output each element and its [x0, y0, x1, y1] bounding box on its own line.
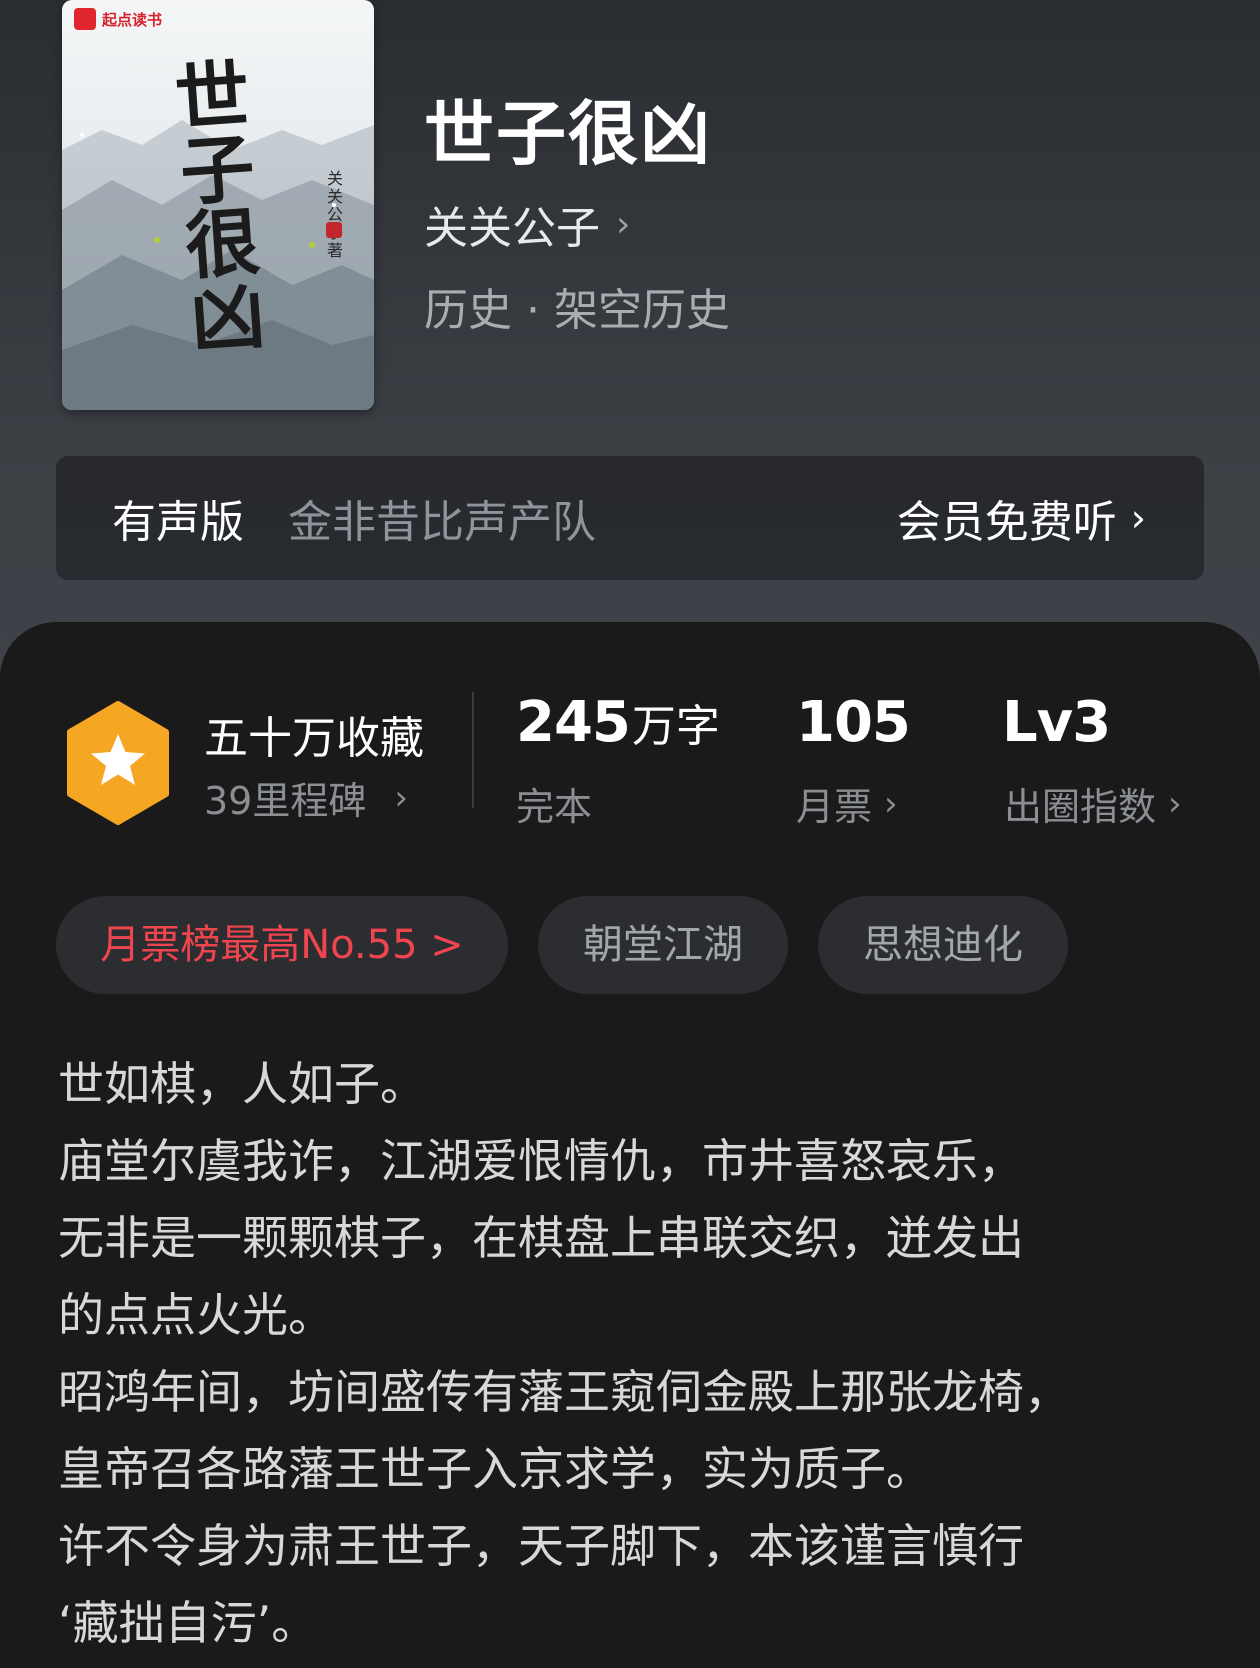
cover-brand: 起点读书	[74, 8, 162, 30]
word-count-stat: 245万字	[516, 690, 720, 755]
completion-status: 完本	[516, 785, 593, 829]
popularity-level-value: Lv3	[1002, 690, 1111, 755]
audio-label: 有声版	[112, 497, 244, 548]
book-category: 历史 · 架空历史	[424, 285, 730, 336]
synopsis-line: 庙堂尔虞我诈，江湖爱恨情仇，市井喜怒哀乐，	[58, 1134, 1024, 1188]
audio-team: 金非昔比声产队	[288, 497, 596, 548]
book-detail-screen: 起点读书 世 子 很 凶 关关公子著 世子很凶 关关公子 › 历史 · 架空历史…	[0, 0, 1260, 1668]
chevron-right-icon: ›	[616, 203, 631, 245]
author-link[interactable]: 关关公子 ›	[424, 192, 630, 256]
book-title: 世子很凶	[424, 92, 712, 175]
tag-monthly-rank[interactable]: 月票榜最高No.55 >	[56, 896, 508, 994]
synopsis-line: 皇帝召各路藩王世子入京求学，实为质子。	[58, 1442, 932, 1496]
qidian-logo-icon	[74, 8, 96, 30]
book-synopsis[interactable]: 世如棋，人如子。 庙堂尔虞我诈，江湖爱恨情仇，市井喜怒哀乐， 无非是一颗颗棋子，…	[58, 1046, 1228, 1662]
tag-court-jianghu[interactable]: 朝堂江湖	[538, 896, 788, 994]
tag-thought-mystification[interactable]: 思想迪化	[818, 896, 1068, 994]
cover-seal-icon	[326, 222, 342, 238]
milestone-badge-icon[interactable]	[62, 700, 174, 826]
synopsis-line: 昭鸿年间，坊间盛传有藩王窥伺金殿上那张龙椅，	[58, 1365, 1070, 1419]
synopsis-line: 的点点火光。	[58, 1288, 334, 1342]
audio-version-bar[interactable]: 有声版 金非昔比声产队 会员免费听 ›	[56, 456, 1204, 580]
milestone-link[interactable]: 39里程碑 ›	[204, 770, 408, 825]
synopsis-line: 无非是一颗颗棋子，在棋盘上串联交织，迸发出	[58, 1211, 1024, 1265]
monthly-ticket-label: 月票	[796, 785, 873, 829]
popularity-index-link[interactable]: 出圈指数 ›	[1004, 776, 1182, 831]
synopsis-line: 世如棋，人如子。	[58, 1057, 426, 1111]
milestone-title[interactable]: 五十万收藏	[204, 702, 424, 766]
chevron-right-icon: ›	[394, 777, 408, 818]
book-cover[interactable]: 起点读书 世 子 很 凶 关关公子著	[62, 0, 374, 410]
monthly-ticket-value: 105	[796, 690, 911, 755]
cover-author: 关关公子著	[326, 169, 343, 260]
popularity-index-label: 出圈指数	[1004, 785, 1157, 829]
stat-divider	[472, 692, 474, 808]
milestone-subtitle: 39里程碑	[204, 779, 367, 823]
chevron-right-icon: ›	[884, 783, 898, 824]
synopsis-line: ‘藏拙自污’。	[58, 1596, 318, 1650]
popularity-index-stat[interactable]: Lv3	[1002, 690, 1111, 755]
chevron-right-icon: ›	[1130, 496, 1146, 540]
member-free-listen-button[interactable]: 会员免费听 ›	[897, 486, 1146, 550]
chevron-right-icon: ›	[1168, 783, 1182, 824]
synopsis-line: 许不令身为肃王世子，天子脚下，本该谨言慎行	[58, 1519, 1024, 1573]
author-name: 关关公子	[424, 203, 600, 254]
word-count-unit: 万字	[631, 701, 720, 752]
monthly-ticket-stat[interactable]: 105	[796, 690, 911, 755]
word-count-value: 245	[516, 690, 631, 755]
monthly-ticket-link[interactable]: 月票 ›	[796, 776, 898, 831]
